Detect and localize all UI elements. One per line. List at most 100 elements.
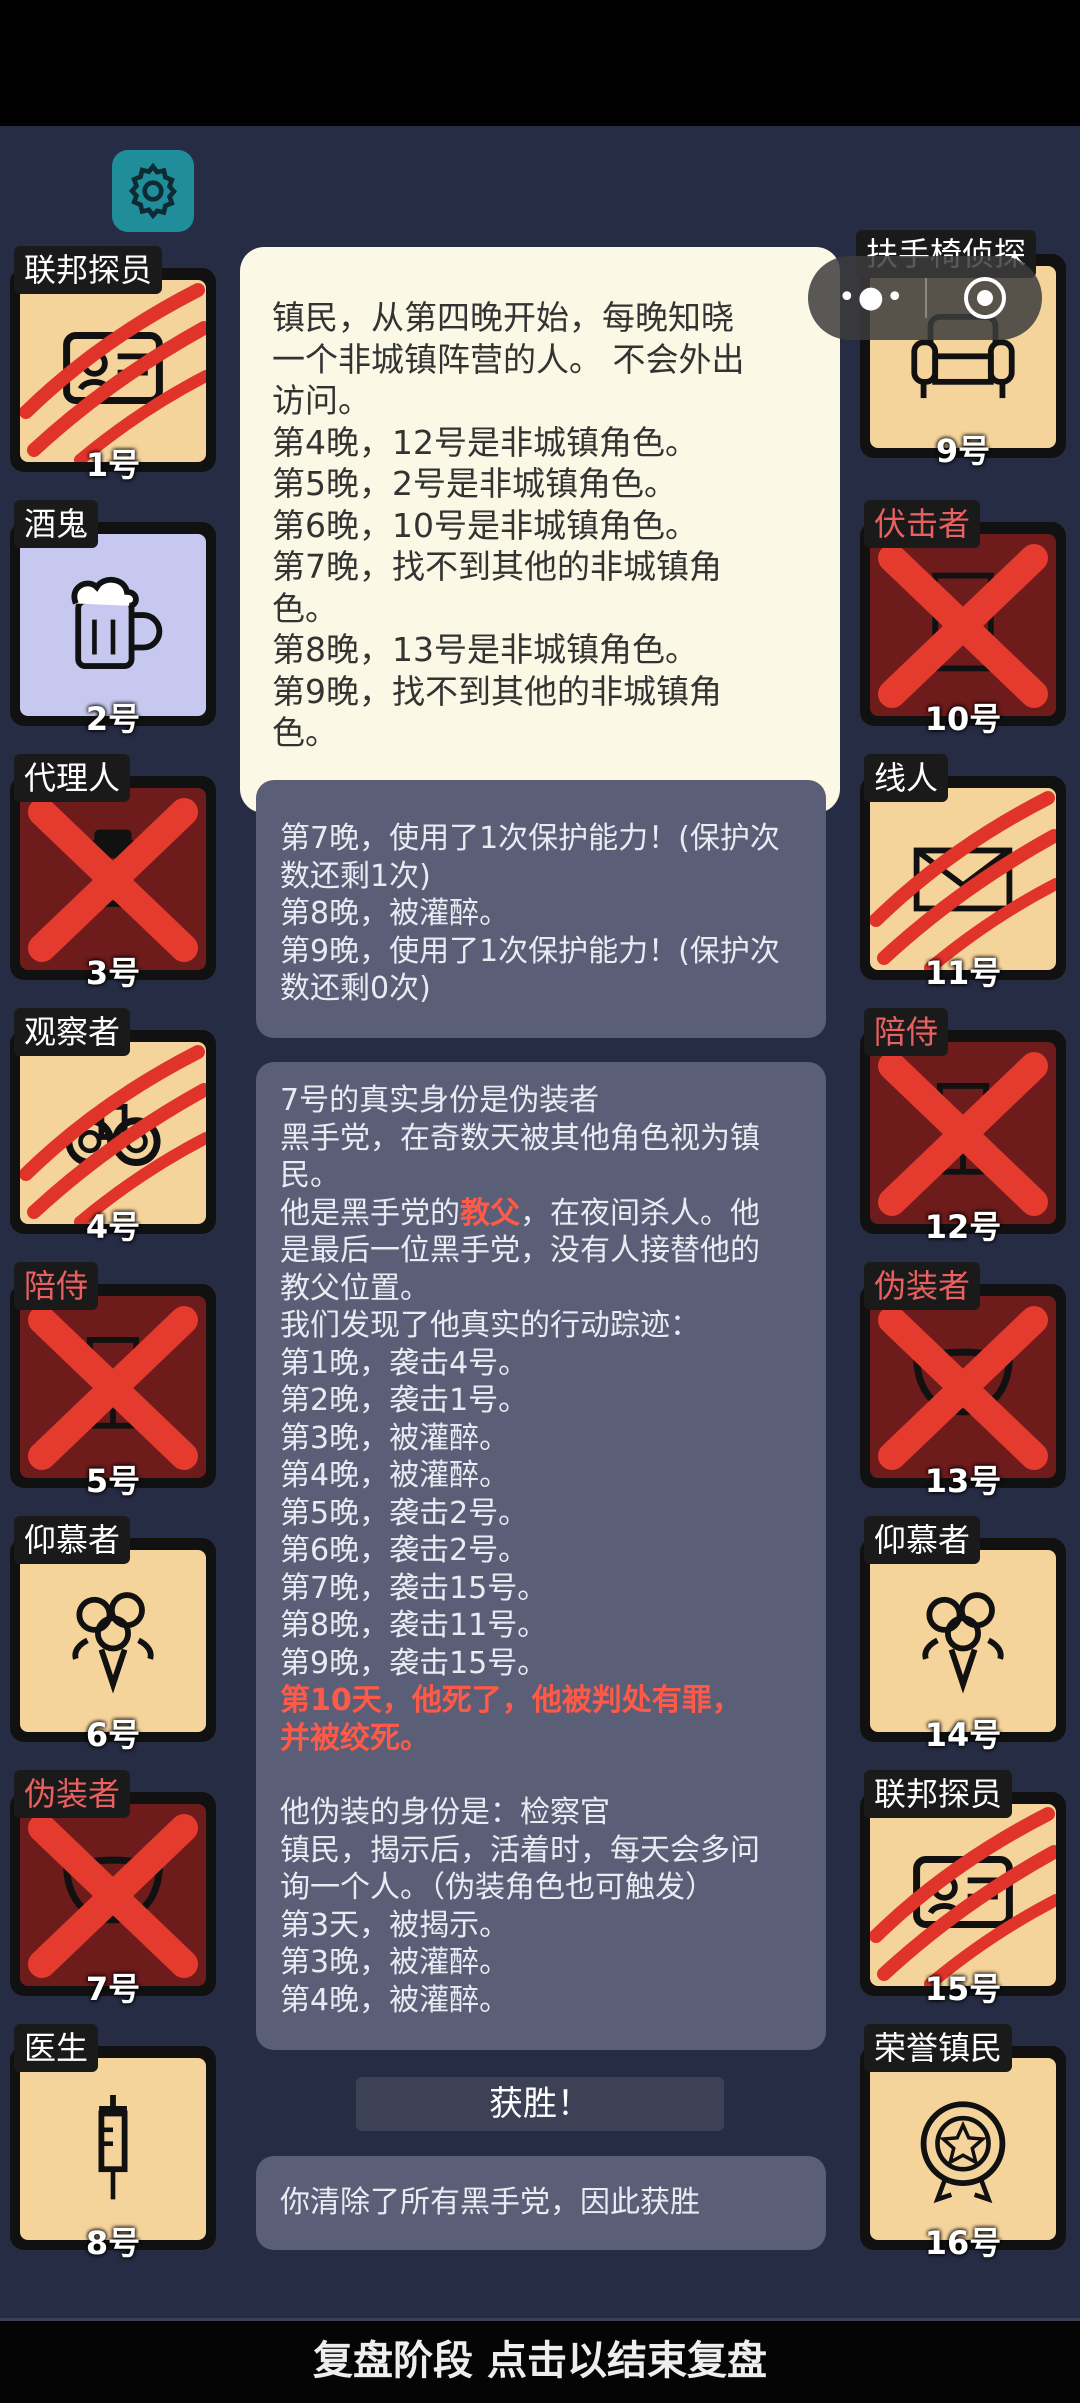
player-card[interactable]: 仰慕者 14号 — [860, 1516, 1066, 1754]
dead-cross-icon — [878, 1306, 1048, 1470]
player-card[interactable]: 医生 8号 — [10, 2024, 216, 2262]
log-line: 我们发现了他真实的行动踪迹： — [280, 1308, 700, 1343]
log-line: 第9晚，使用了1次保护能力！(保护次 — [280, 933, 780, 969]
role-label: 伪装者 — [14, 1770, 131, 1818]
medal-icon — [920, 2101, 1006, 2204]
log-line: 黑手党，在奇数天被其他角色视为镇 — [280, 1120, 760, 1156]
player-number: 14号 — [924, 1716, 1002, 1754]
log-line: 镇民，揭示后，活着时，每天会多问 — [280, 1832, 760, 1868]
card-face — [870, 1296, 1056, 1478]
card-face — [20, 2058, 206, 2240]
player-card[interactable]: 联邦探员 1号 — [10, 246, 216, 484]
player-number: 13号 — [924, 1462, 1002, 1500]
dead-cross-icon — [878, 1052, 1048, 1216]
player-number: 15号 — [924, 1970, 1002, 2008]
end-review-bar[interactable]: 复盘阶段 点击以结束复盘 — [0, 2318, 1080, 2403]
role-label: 观察者 — [14, 1008, 131, 1056]
popup-line: 第4晚，12号是非城镇角色。 — [272, 422, 698, 462]
log-text: ，在夜间杀人。他 — [520, 1195, 760, 1231]
dead-cross-icon — [878, 544, 1048, 708]
player-number: 16号 — [924, 2224, 1002, 2262]
role-label: 联邦探员 — [14, 246, 163, 294]
status-bar — [0, 0, 1080, 126]
role-label: 代理人 — [14, 754, 131, 802]
dead-cross-icon — [28, 1306, 198, 1470]
role-label: 联邦探员 — [864, 1770, 1013, 1818]
log-panel-godfather: 7号的真实身份是伪装者 黑手党，在奇数天被其他角色视为镇 民。 他是黑手党的教父… — [256, 1062, 826, 2050]
log-line: 第8晚，被灌醉。 — [280, 896, 510, 931]
player-card[interactable]: 伏击者 10号 — [860, 500, 1066, 738]
log-line: 教父位置。 — [280, 1270, 430, 1306]
player-card[interactable]: 联邦探员 15号 — [860, 1770, 1066, 2008]
player-number: 1号 — [85, 446, 141, 484]
syringe-icon — [98, 2094, 128, 2200]
log-line: 民。 — [280, 1158, 340, 1193]
card-face — [870, 1550, 1056, 1732]
popup-line: 镇民，从第四晚开始，每晚知晓 — [272, 298, 734, 337]
card-face — [870, 788, 1056, 970]
popup-line: 色。 — [272, 713, 338, 752]
player-card[interactable]: 荣誉镇民 16号 — [860, 2024, 1066, 2262]
player-card[interactable]: 伪装者 7号 — [10, 1770, 216, 2008]
more-dots-icon[interactable]: •●• — [838, 280, 906, 315]
claw-marks-icon — [20, 1045, 206, 1224]
role-label: 伪装者 — [864, 1262, 981, 1310]
card-face — [870, 2058, 1056, 2240]
card-face — [20, 1804, 206, 1986]
role-label: 酒鬼 — [14, 500, 99, 548]
log-line: 第9晚，袭击15号。 — [280, 1645, 548, 1681]
popup-line: 第7晚，找不到其他的非城镇角 — [272, 547, 722, 586]
player-card[interactable]: 线人 11号 — [860, 754, 1066, 992]
player-card[interactable]: 伪装者 13号 — [860, 1262, 1066, 1500]
player-number: 12号 — [924, 1208, 1002, 1246]
settings-button[interactable] — [112, 150, 194, 232]
result-text: 你清除了所有黑手党，因此获胜 — [280, 2185, 700, 2220]
popup-line: 一个非城镇阵营的人。 不会外出 — [272, 339, 745, 379]
rose-bouquet-icon — [72, 1592, 154, 1694]
card-face — [20, 280, 206, 462]
log-line: 第4晚，被灌醉。 — [280, 1458, 510, 1493]
miniprogram-capsule[interactable]: •●• — [808, 256, 1042, 340]
claw-marks-icon — [870, 1807, 1056, 1986]
player-number: 10号 — [924, 700, 1002, 738]
gear-icon — [128, 162, 177, 220]
player-number: 11号 — [924, 954, 1002, 992]
log-line: 第1晚，袭击4号。 — [280, 1345, 529, 1381]
player-number: 8号 — [85, 2224, 141, 2262]
card-face — [20, 1296, 206, 1478]
card-face — [20, 534, 206, 716]
card-face — [20, 1042, 206, 1224]
log-line: 是最后一位黑手党，没有人接替他的 — [280, 1233, 760, 1268]
player-number: 7号 — [85, 1970, 141, 2008]
role-label: 线人 — [864, 754, 949, 802]
player-card[interactable]: 陪侍 12号 — [860, 1008, 1066, 1246]
keyword-godfather: 教父 — [460, 1195, 520, 1231]
player-card[interactable]: 陪侍 5号 — [10, 1262, 216, 1500]
player-card[interactable]: 仰慕者 6号 — [10, 1516, 216, 1754]
card-face — [870, 1804, 1056, 1986]
dead-cross-icon — [28, 1814, 198, 1978]
log-line: 第3晚，被灌醉。 — [280, 1420, 510, 1456]
dead-cross-icon — [28, 798, 198, 962]
player-number: 4号 — [85, 1208, 141, 1246]
role-label: 荣誉镇民 — [864, 2024, 1013, 2072]
claw-marks-icon — [870, 791, 1056, 970]
log-line: 他是黑手党的教父，在夜间杀人。他 — [280, 1195, 802, 1233]
player-card[interactable]: 酒鬼 2号 — [10, 500, 216, 738]
log-line: 第8晚，袭击11号。 — [280, 1608, 548, 1643]
card-face — [20, 1550, 206, 1732]
log-line: 第7晚，使用了1次保护能力！(保护次 — [280, 821, 780, 856]
role-label: 医生 — [14, 2024, 99, 2072]
close-target-icon[interactable] — [963, 276, 1007, 320]
log-line: 第3天，被揭示。 — [280, 1907, 510, 1943]
log-line: 第3晚，被灌醉。 — [280, 1945, 510, 1980]
log-text: 他是黑手党的 — [280, 1195, 460, 1231]
player-card[interactable]: 代理人 3号 — [10, 754, 216, 992]
claw-marks-icon — [20, 283, 206, 462]
popup-line: 第8晚，13号是非城镇角色。 — [272, 630, 698, 669]
card-face — [870, 1042, 1056, 1224]
rose-bouquet-icon — [922, 1592, 1004, 1694]
role-label: 仰慕者 — [864, 1516, 981, 1564]
player-card[interactable]: 观察者 4号 — [10, 1008, 216, 1246]
